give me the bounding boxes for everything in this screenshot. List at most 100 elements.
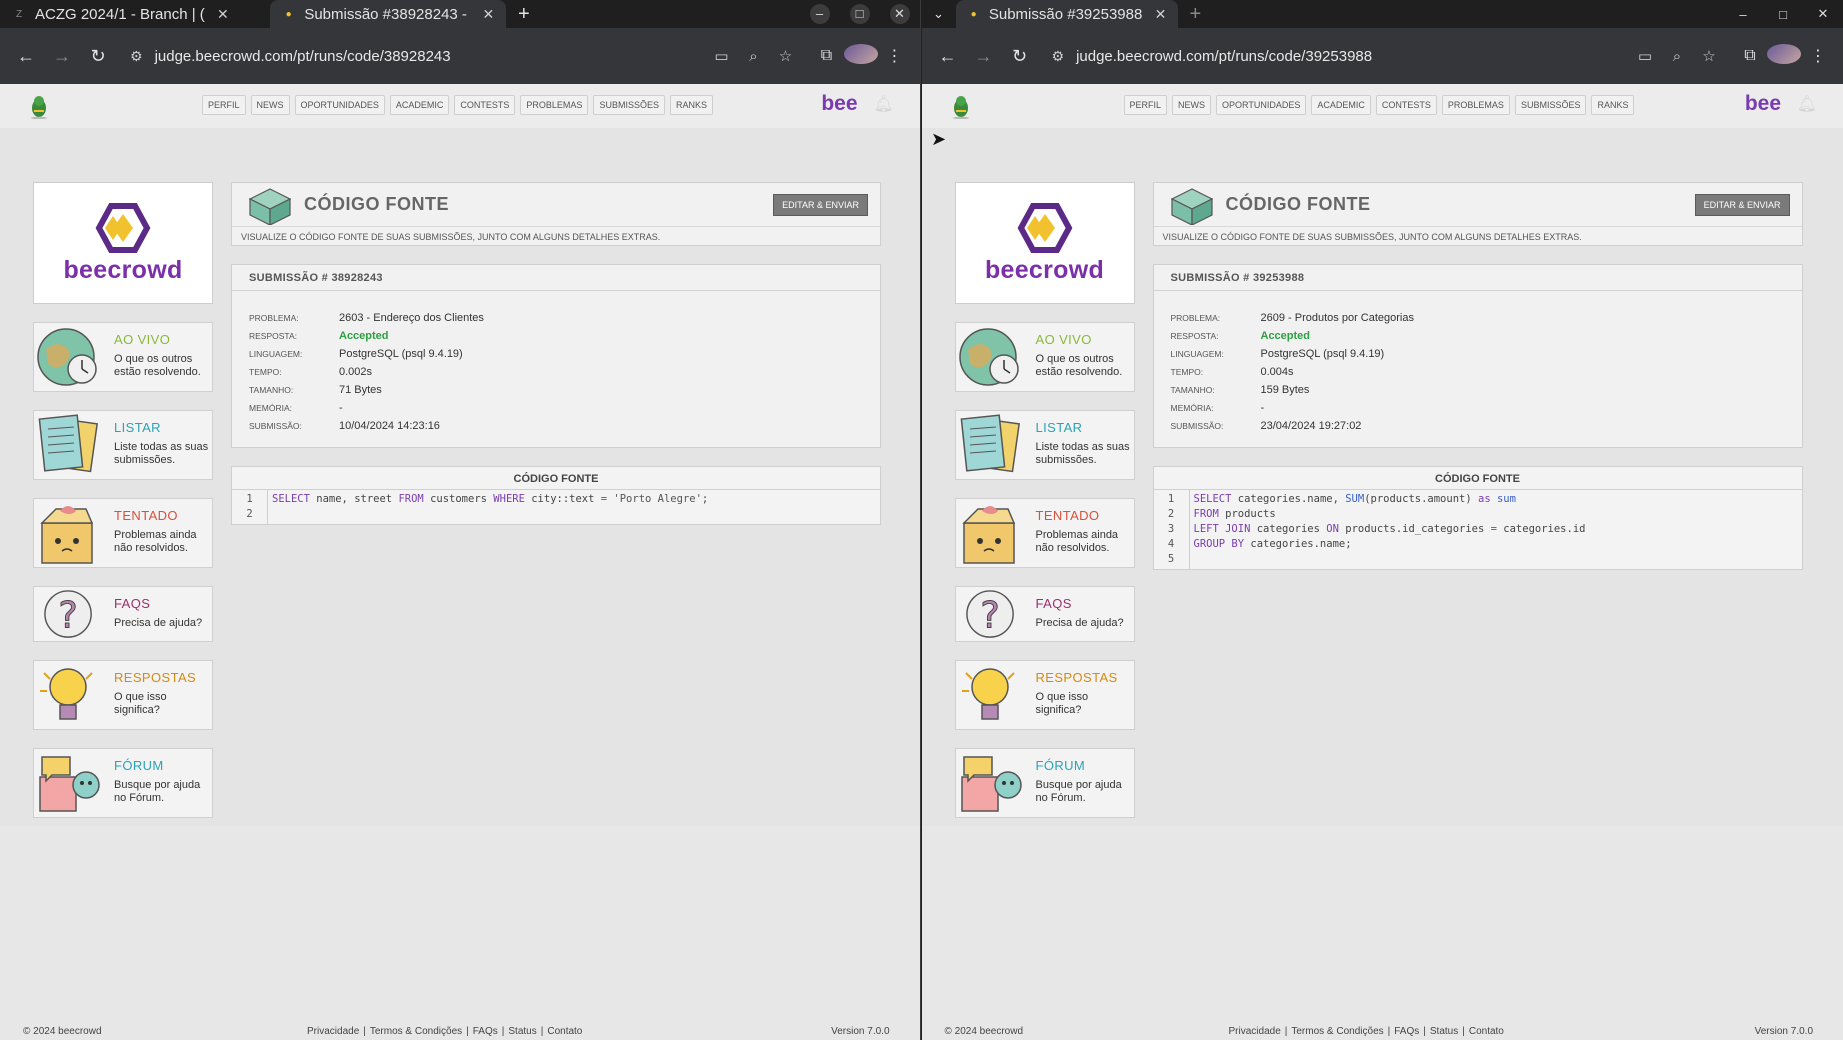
menu-problemas[interactable]: PROBLEMAS (520, 95, 589, 115)
sidebar-item-respostas[interactable]: RESPOSTAS O que isso significa? (954, 660, 1135, 730)
menu-problemas[interactable]: PROBLEMAS (1441, 95, 1510, 115)
extensions-icon[interactable]: ⧉ (810, 47, 844, 65)
menu-submissoes[interactable]: SUBMISSÕES (593, 95, 665, 115)
menu-news[interactable]: NEWS (1172, 95, 1212, 115)
menu-oportunidades[interactable]: OPORTUNIDADES (294, 95, 385, 115)
close-window-icon[interactable]: ✕ (1803, 6, 1843, 22)
menu-icon[interactable]: ⋮ (878, 46, 912, 66)
code-viewer[interactable]: 12 SELECT name, street FROM customers WH… (232, 490, 880, 524)
minimize-icon[interactable]: – (800, 4, 840, 24)
detail-value: 2603 - Endereço dos Clientes (339, 312, 484, 324)
profile-avatar[interactable] (1767, 43, 1801, 69)
sidebar-item-desc: Liste todas as suas submissões. (1035, 441, 1130, 466)
footer-link-faqs[interactable]: FAQs (473, 1026, 498, 1037)
bee-brand-link[interactable]: bee (1745, 92, 1781, 116)
detail-key: TEMPO: (1170, 367, 1204, 377)
menu-ranks[interactable]: RANKS (669, 95, 713, 115)
menu-oportunidades[interactable]: OPORTUNIDADES (1216, 95, 1307, 115)
edit-and-submit-button[interactable]: EDITAR & ENVIAR (1694, 194, 1790, 216)
zoom-icon[interactable]: ⌕ (1661, 48, 1693, 65)
sidebar-item-listar[interactable]: LISTAR Liste todas as suas submissões. (33, 410, 213, 480)
reload-icon[interactable]: ↻ (1002, 46, 1038, 67)
new-tab-button[interactable]: + (506, 0, 542, 28)
cast-icon[interactable]: ▭ (1629, 47, 1661, 65)
footer-link-contato[interactable]: Contato (547, 1026, 582, 1037)
bell-icon[interactable]: 🔔︎ (873, 94, 893, 114)
close-window-icon[interactable]: ✕ (880, 4, 920, 24)
back-icon[interactable]: ← (930, 46, 966, 67)
new-tab-button[interactable]: + (1178, 0, 1214, 28)
menu-contests[interactable]: CONTESTS (1375, 95, 1437, 115)
beecrowd-logo[interactable]: beecrowd (954, 182, 1135, 304)
tab-search-icon[interactable]: ⌄ (922, 0, 956, 28)
profile-avatar[interactable] (843, 43, 878, 69)
beecrowd-logo[interactable]: beecrowd (33, 182, 213, 304)
site-info-icon[interactable]: ⚙ (1052, 48, 1065, 65)
edit-and-submit-button[interactable]: EDITAR & ENVIAR (773, 194, 868, 216)
close-tab-icon[interactable]: ✕ (215, 6, 231, 23)
browser-toolbar: ← → ↻ ⚙ judge.beecrowd.com/pt/runs/code/… (0, 28, 920, 84)
sidebar-item-ao-vivo[interactable]: AO VIVO O que os outros estão resolvendo… (33, 322, 213, 392)
sidebar-item-faqs[interactable]: ? FAQS Precisa de ajuda? (954, 586, 1135, 642)
address-bar[interactable]: ⚙ judge.beecrowd.com/pt/runs/code/389282… (124, 38, 802, 74)
back-icon[interactable]: ← (8, 46, 44, 67)
menu-perfil[interactable]: PERFIL (1123, 95, 1168, 115)
footer-link-contato[interactable]: Contato (1469, 1026, 1504, 1037)
site-info-icon[interactable]: ⚙ (130, 48, 143, 65)
address-bar[interactable]: ⚙ judge.beecrowd.com/pt/runs/code/392539… (1046, 38, 1726, 74)
details-table: PROBLEMA: 2609 - Produtos por Categorias … (1171, 309, 1414, 435)
close-tab-icon[interactable]: ✕ (481, 6, 496, 23)
url-text[interactable]: judge.beecrowd.com/pt/runs/code/39253988 (1076, 48, 1629, 65)
forward-icon[interactable]: → (44, 46, 80, 67)
minimize-icon[interactable]: – (1723, 7, 1763, 22)
footer-link-termos[interactable]: Termos & Condições (370, 1026, 462, 1037)
bookmark-star-icon[interactable]: ☆ (1693, 47, 1725, 65)
menu-contests[interactable]: CONTESTS (454, 95, 516, 115)
sidebar-item-forum[interactable]: FÓRUM Busque por ajuda no Fórum. (33, 748, 213, 818)
menu-academic[interactable]: ACADEMIC (1311, 95, 1371, 115)
sidebar-item-listar[interactable]: LISTAR Liste todas as suas submissões. (954, 410, 1135, 480)
sidebar-item-faqs[interactable]: ? FAQS Precisa de ajuda? (33, 586, 213, 642)
sidebar-item-ao-vivo[interactable]: AO VIVO O que os outros estão resolvendo… (954, 322, 1135, 392)
footer-link-status[interactable]: Status (508, 1026, 536, 1037)
zoom-icon[interactable]: ⌕ (738, 48, 770, 65)
extensions-icon[interactable]: ⧉ (1733, 47, 1767, 65)
menu-perfil[interactable]: PERFIL (202, 95, 246, 115)
tab-submission[interactable]: ● Submissão #38928243 - b ✕ (270, 0, 506, 28)
forward-icon[interactable]: → (966, 46, 1002, 67)
tab-aczg[interactable]: Z ACZG 2024/1 - Branch | ( ✕ (0, 0, 270, 28)
forum-chat-icon (39, 756, 100, 812)
sidebar-item-tentado[interactable]: TENTADO Problemas ainda não resolvidos. (33, 498, 213, 568)
footer-link-privacidade[interactable]: Privacidade (307, 1026, 359, 1037)
footer-link-termos[interactable]: Termos & Condições (1291, 1026, 1383, 1037)
maximize-icon[interactable]: □ (840, 4, 880, 24)
lightbulb-icon (40, 668, 93, 720)
tab-submission[interactable]: ● Submissão #39253988 - b ✕ (955, 0, 1178, 28)
bee-mascot-icon[interactable] (950, 93, 972, 119)
detail-row: SUBMISSÃO: 10/04/2024 14:23:16 (249, 417, 484, 435)
footer-link-faqs[interactable]: FAQs (1394, 1026, 1419, 1037)
url-text[interactable]: judge.beecrowd.com/pt/runs/code/38928243 (155, 48, 706, 65)
bell-icon[interactable]: 🔔︎ (1797, 94, 1817, 114)
close-tab-icon[interactable]: ✕ (1153, 6, 1167, 23)
footer-link-privacidade[interactable]: Privacidade (1229, 1026, 1281, 1037)
menu-icon[interactable]: ⋮ (1801, 46, 1835, 66)
cast-icon[interactable]: ▭ (706, 47, 738, 65)
menu-academic[interactable]: ACADEMIC (389, 95, 450, 115)
footer-link-status[interactable]: Status (1430, 1026, 1458, 1037)
sidebar-item-respostas[interactable]: RESPOSTAS O que isso significa? (33, 660, 213, 730)
bookmark-star-icon[interactable]: ☆ (770, 47, 802, 65)
sidebar-item-forum[interactable]: FÓRUM Busque por ajuda no Fórum. (954, 748, 1135, 818)
bee-brand-link[interactable]: bee (821, 92, 857, 116)
maximize-icon[interactable]: □ (1763, 7, 1803, 22)
sidebar-item-title: TENTADO (114, 508, 178, 523)
menu-news[interactable]: NEWS (250, 95, 290, 115)
menu-ranks[interactable]: RANKS (1591, 95, 1635, 115)
menu-submissoes[interactable]: SUBMISSÕES (1514, 95, 1587, 115)
globe-clock-icon (37, 328, 97, 386)
sidebar-item-desc: Precisa de ajuda? (1035, 617, 1124, 629)
reload-icon[interactable]: ↻ (80, 46, 116, 67)
bee-mascot-icon[interactable] (28, 93, 50, 119)
sidebar-item-tentado[interactable]: TENTADO Problemas ainda não resolvidos. (954, 498, 1135, 568)
code-viewer[interactable]: 12345 SELECT categories.name, SUM(produc… (1154, 490, 1802, 569)
